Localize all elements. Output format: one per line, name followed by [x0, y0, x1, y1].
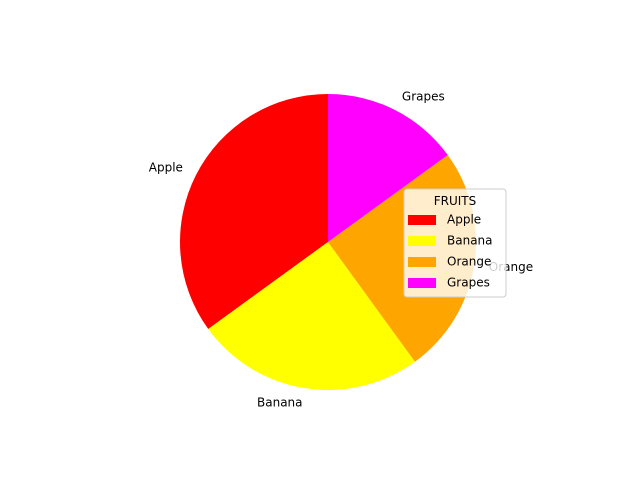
legend: FRUITS Apple Banana Orange Grapes	[403, 188, 507, 298]
legend-swatch-orange	[408, 257, 436, 267]
chart-canvas: Apple Banana Orange Grapes FRUITS Apple Bana…	[0, 0, 640, 480]
legend-swatch-banana	[408, 236, 436, 246]
legend-swatch-apple	[408, 215, 436, 225]
legend-swatch-grapes	[408, 278, 436, 288]
pie-chart: Apple Banana Orange Grapes FRUITS Apple Bana…	[149, 89, 533, 409]
legend-label-banana: Banana	[447, 234, 493, 248]
legend-label-grapes: Grapes	[447, 276, 490, 290]
legend-title: FRUITS	[434, 194, 477, 208]
slice-label-banana: Banana	[257, 395, 303, 409]
legend-label-orange: Orange	[447, 255, 491, 269]
legend-label-apple: Apple	[447, 213, 481, 227]
slice-label-apple: Apple	[149, 161, 183, 175]
slice-label-grapes: Grapes	[402, 89, 445, 103]
